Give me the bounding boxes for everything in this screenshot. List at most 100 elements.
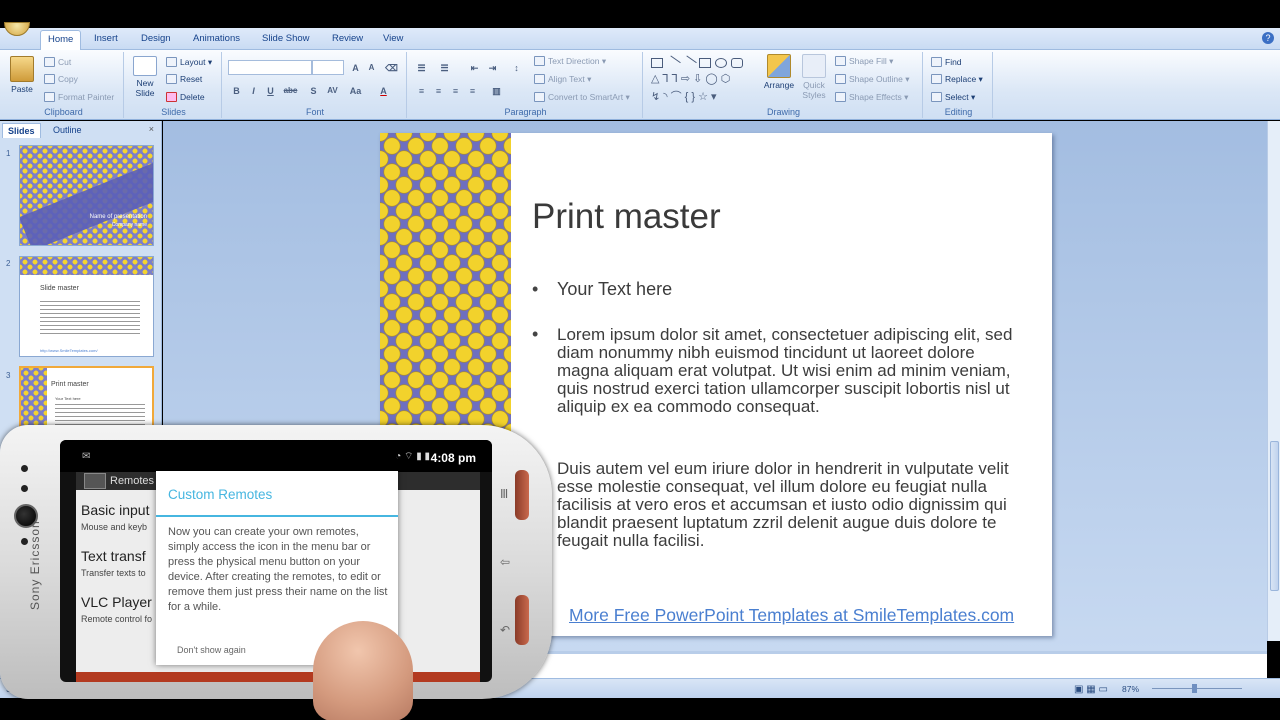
tab-slide-show[interactable]: Slide Show (255, 32, 317, 50)
tab-animations[interactable]: Animations (186, 32, 247, 50)
strikethrough-button[interactable]: abc (283, 84, 298, 98)
cut-button[interactable]: Cut (44, 57, 71, 67)
find-button[interactable]: Find (931, 57, 962, 67)
bullets-icon[interactable]: ☰ (414, 61, 429, 75)
arrange-button[interactable]: Arrange (761, 54, 797, 90)
text-direction-button[interactable]: Text Direction ▾ (534, 56, 606, 67)
increase-indent-icon[interactable]: ⇥ (485, 61, 500, 75)
delete-button[interactable]: Delete (166, 92, 205, 102)
tab-insert[interactable]: Insert (87, 32, 125, 50)
italic-button[interactable]: I (246, 84, 261, 98)
layout-icon (166, 57, 177, 67)
slide-number: 1 (6, 149, 11, 158)
format-painter-button[interactable]: Format Painter (44, 92, 114, 102)
view-buttons[interactable]: ▣ ▦ ▭ (1074, 684, 1108, 695)
phone-side-button[interactable] (515, 595, 529, 645)
bold-button[interactable]: B (229, 84, 244, 98)
shrink-font-button[interactable]: A (364, 61, 379, 75)
font-color-button[interactable]: A (376, 84, 391, 98)
office-button[interactable] (4, 22, 30, 36)
thumb-link: http://www.SmileTemplates.com/ (40, 348, 98, 353)
thumb-banner (20, 257, 153, 275)
zoom-level[interactable]: 87% (1122, 684, 1139, 694)
reset-button[interactable]: Reset (166, 74, 202, 84)
clipboard-label: Clipboard (44, 107, 83, 117)
shadow-button[interactable]: S (306, 84, 321, 98)
quick-styles-button[interactable]: Quick Styles (799, 54, 829, 100)
phone-clock: 4:08 pm (430, 451, 476, 465)
editing-group: Find Replace ▾ Select ▾ Editing (925, 52, 993, 118)
phone-overlay: Sony Ericsson ✉ ◔ ⌔ ▮ ▮ 4:08 pm Remotes … (0, 425, 552, 720)
change-case-button[interactable]: Aa (348, 84, 363, 98)
new-slide-button[interactable]: New Slide (130, 56, 160, 98)
font-name-input[interactable] (228, 60, 312, 75)
thumb-text-lines (40, 301, 140, 337)
slide-thumbnail-1[interactable]: Name of presentation Company name (19, 145, 154, 246)
font-size-input[interactable] (312, 60, 344, 75)
thumb-title: Name of presentation (89, 214, 147, 220)
slide-paragraph[interactable]: Duis autem vel eum iriure dolor in hendr… (557, 460, 1027, 550)
align-left-icon[interactable]: ≡ (414, 84, 429, 98)
help-icon[interactable]: ? (1262, 32, 1274, 44)
align-text-icon (534, 74, 545, 84)
paste-button[interactable]: Paste (8, 56, 36, 94)
back-key-icon[interactable]: ⇦ (500, 555, 510, 569)
shape-fill-button[interactable]: Shape Fill ▾ (835, 56, 893, 67)
phone-list-item-sub: Mouse and keyb (81, 522, 148, 532)
smartart-icon (534, 92, 545, 102)
dont-show-again-button[interactable]: Don't show again (177, 645, 246, 655)
tab-home[interactable]: Home (40, 30, 82, 51)
underline-button[interactable]: U (263, 84, 278, 98)
screen: Home Insert Design Animations Slide Show… (0, 0, 1280, 720)
thumb-text: Your Text here (55, 396, 81, 401)
slide-thumbnail-2[interactable]: Slide master http://www.SmileTemplates.c… (19, 256, 154, 357)
slide-footer-link[interactable]: More Free PowerPoint Templates at SmileT… (569, 605, 1014, 626)
select-button[interactable]: Select ▾ (931, 92, 975, 103)
shape-effects-button[interactable]: Shape Effects ▾ (835, 92, 908, 103)
align-center-icon[interactable]: ≡ (431, 84, 446, 98)
close-panel-icon[interactable]: × (149, 124, 154, 134)
copy-button[interactable]: Copy (44, 74, 78, 84)
editing-label: Editing (944, 107, 973, 117)
slide-bullet-1[interactable]: Your Text here (557, 280, 1027, 298)
arrange-icon (767, 54, 791, 78)
tab-design[interactable]: Design (134, 32, 178, 50)
menu-key-icon[interactable]: Ⅲ (500, 487, 508, 501)
align-right-icon[interactable]: ≡ (448, 84, 463, 98)
return-key-icon[interactable]: ↶ (500, 623, 510, 637)
spacing-button[interactable]: AV (325, 84, 340, 98)
phone-list-item-title[interactable]: Text transf (81, 548, 146, 564)
thumb-title: Slide master (40, 285, 79, 292)
phone-list-item-title[interactable]: Basic input (81, 502, 149, 518)
phone-side-button[interactable] (515, 470, 529, 520)
tab-slides[interactable]: Slides (2, 123, 41, 138)
line-spacing-icon[interactable]: ↕ (509, 61, 524, 75)
tab-outline[interactable]: Outline (48, 123, 87, 138)
rectangle-shape-icon (651, 58, 663, 68)
convert-smartart-button[interactable]: Convert to SmartArt ▾ (534, 92, 630, 103)
shape-outline-button[interactable]: Shape Outline ▾ (835, 74, 910, 85)
justify-icon[interactable]: ≡ (465, 84, 480, 98)
grow-font-button[interactable]: A (348, 61, 363, 75)
new-slide-icon (133, 56, 157, 76)
decrease-indent-icon[interactable]: ⇤ (467, 61, 482, 75)
layout-button[interactable]: Layout ▾ (166, 57, 212, 68)
columns-icon[interactable]: ▥ (489, 84, 504, 98)
scrollbar-thumb[interactable] (1270, 441, 1279, 591)
slide-bullet-2[interactable]: Lorem ipsum dolor sit amet, consectetuer… (557, 326, 1027, 416)
tab-review[interactable]: Review (325, 32, 370, 50)
phone-list-item-title[interactable]: VLC Player (81, 594, 152, 610)
tab-view[interactable]: View (376, 32, 410, 50)
text-direction-icon (534, 56, 545, 66)
slide-title[interactable]: Print master (532, 197, 721, 237)
clear-format-icon[interactable]: ⌫ (384, 61, 399, 75)
clipboard-group: Paste Cut Copy Format Painter Clipboard (4, 52, 124, 118)
phone-screen: ✉ ◔ ⌔ ▮ ▮ 4:08 pm Remotes Basic input Mo… (60, 440, 492, 682)
quick-styles-icon (802, 54, 826, 78)
vertical-scrollbar[interactable] (1267, 121, 1280, 641)
numbering-icon[interactable]: ☰ (437, 61, 452, 75)
replace-button[interactable]: Replace ▾ (931, 74, 983, 85)
align-text-button[interactable]: Align Text ▾ (534, 74, 591, 85)
brush-icon (44, 92, 55, 102)
zoom-slider[interactable] (1152, 684, 1242, 698)
